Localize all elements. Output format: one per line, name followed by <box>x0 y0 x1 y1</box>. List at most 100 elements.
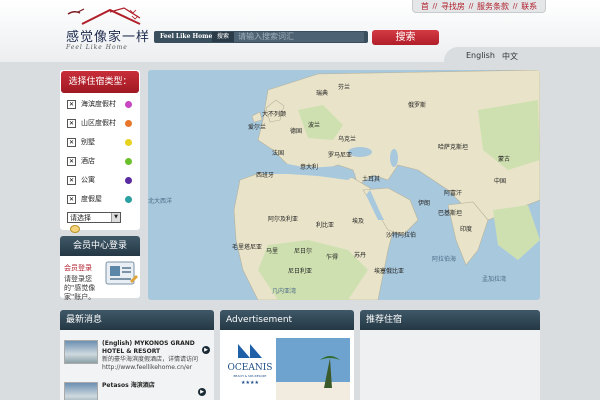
search-tab[interactable]: 搜索 <box>212 32 234 42</box>
map-label: 哈萨克斯坦 <box>438 144 469 151</box>
category-item[interactable]: ✕ 酒店 <box>67 154 137 168</box>
map-water-label: 孟加拉湾 <box>482 276 507 283</box>
news-item[interactable]: Petasos 海滨酒店 ▶ <box>64 382 210 400</box>
member-panel-title: 会员中心登录 <box>60 236 140 256</box>
nav-separator: // <box>432 2 438 10</box>
map-label: 尼日利亚 <box>288 268 313 275</box>
nav-contact[interactable]: 联系 <box>521 1 537 12</box>
checkbox[interactable]: ✕ <box>67 118 76 128</box>
nav-find[interactable]: 寻找房 <box>441 1 465 12</box>
map-land-svg <box>233 70 540 300</box>
checkbox[interactable]: ✕ <box>67 156 76 166</box>
map-label: 乌克兰 <box>338 136 357 143</box>
category-color-dot <box>125 176 132 184</box>
member-description: 请登录您的"感觉像家"账户。 <box>64 275 96 301</box>
category-panel <box>60 70 140 230</box>
map-label: 芬兰 <box>338 84 351 91</box>
category-item[interactable]: ✕ 公寓 <box>67 173 137 187</box>
checkbox[interactable]: ✕ <box>67 99 76 109</box>
news-thumbnail[interactable] <box>64 382 98 400</box>
search-brand: Feel Like Home <box>160 33 213 40</box>
news-description: 新的豪华海滨度假酒店，详情请访问 http://www.feellikehome… <box>102 356 199 371</box>
arrow-right-icon[interactable]: ▶ <box>198 388 206 396</box>
top-nav: 首 // 寻找房 // 服务条款 // 联系 <box>412 0 546 13</box>
map-label: 马里 <box>266 248 279 255</box>
news-list: (English) MYKONOS GRAND HOTEL & RESORT 新… <box>60 330 214 400</box>
advertisement-body: OCEANIS BEACH & SPA RESORT ★★★★ <box>220 330 354 400</box>
map-label: 大不列颠 <box>262 111 287 118</box>
map-label: 埃及 <box>352 218 365 225</box>
search-input[interactable]: 请输入搜索词汇 <box>234 32 364 42</box>
map-label: 德国 <box>290 128 303 135</box>
member-login-link[interactable]: 会员登录 <box>64 263 92 273</box>
recommended-panel: 推荐住宿 <box>360 310 540 400</box>
logo-text: 感觉像家一样 <box>66 30 151 45</box>
checkbox[interactable]: ✕ <box>67 175 76 185</box>
map-label: 沙特阿拉伯 <box>386 232 417 239</box>
map-label: 毛里塔尼亚 <box>232 244 263 251</box>
map-label: 苏丹 <box>354 252 367 259</box>
map-label: 土耳其 <box>362 176 381 183</box>
map-label: 罗马尼亚 <box>328 152 353 159</box>
news-title[interactable]: (English) MYKONOS GRAND HOTEL & RESORT <box>102 340 198 356</box>
category-color-dot <box>125 119 132 127</box>
arrow-right-icon[interactable]: ▶ <box>202 346 210 354</box>
map-label: 乍得 <box>326 254 339 261</box>
map-label: 西班牙 <box>256 172 275 179</box>
map-water-label: 几内亚湾 <box>272 288 297 295</box>
select-value: 请选择 <box>70 214 91 222</box>
language-english[interactable]: English <box>466 51 495 60</box>
rating-stars: ★★★★ <box>241 380 259 386</box>
category-label: 海滨度假村 <box>81 100 116 108</box>
nav-terms[interactable]: 服务条款 <box>477 1 509 12</box>
category-color-dot <box>125 100 132 108</box>
map-label: 中国 <box>494 178 507 185</box>
login-form-icon <box>105 261 138 285</box>
advertisement-image[interactable]: OCEANIS BEACH & SPA RESORT ★★★★ <box>224 338 350 400</box>
category-item[interactable]: ✕ 度假屋 <box>67 192 137 206</box>
map-label: 爱尔兰 <box>248 124 267 131</box>
map-water-label: 北大西洋 <box>148 198 173 205</box>
map-label: 巴基斯坦 <box>438 210 463 217</box>
news-item[interactable]: (English) MYKONOS GRAND HOTEL & RESORT 新… <box>64 340 210 371</box>
advertisement-panel: Advertisement OCEANIS BEACH & SPA RESORT… <box>220 310 354 400</box>
category-item[interactable]: ✕ 山区度假村 <box>67 116 137 130</box>
category-label: 山区度假村 <box>81 119 116 127</box>
news-title[interactable]: Petasos 海滨酒店 <box>102 382 198 390</box>
nav-separator: // <box>512 2 518 10</box>
nav-home[interactable]: 首 <box>421 1 429 12</box>
category-label: 度假屋 <box>81 195 102 203</box>
category-item[interactable]: ✕ 海滨度假村 <box>67 97 137 111</box>
recommended-body <box>360 330 540 400</box>
nav-separator: // <box>468 2 474 10</box>
category-color-dot <box>125 138 132 146</box>
map-water-label: 阿拉伯海 <box>432 256 457 263</box>
category-panel-title: 选择住宿类型： <box>61 71 139 93</box>
search-bar: Feel Like Home 搜索 请输入搜索词汇 <box>154 31 368 43</box>
map-label: 尼日尔 <box>294 248 313 255</box>
category-color-dot <box>125 195 132 203</box>
map-label: 阿尔及利亚 <box>268 216 299 223</box>
news-thumbnail[interactable] <box>64 340 98 364</box>
checkbox[interactable]: ✕ <box>67 137 76 147</box>
map-label: 阿富汗 <box>444 190 463 197</box>
map-label: 蒙古 <box>498 156 511 163</box>
ad-brand-text: OCEANIS <box>228 363 273 373</box>
location-select[interactable]: 请选择 ▼ <box>67 212 121 223</box>
chevron-down-icon[interactable]: ▼ <box>111 213 120 222</box>
language-chinese[interactable]: 中文 <box>502 51 518 62</box>
recommended-title: 推荐住宿 <box>360 310 540 330</box>
checkbox[interactable]: ✕ <box>67 194 76 204</box>
map-label: 伊朗 <box>418 200 431 207</box>
map-label: 波兰 <box>308 122 321 129</box>
pager-dot-icon[interactable] <box>70 225 80 233</box>
map-label: 意大利 <box>300 164 319 171</box>
category-item[interactable]: ✕ 别墅 <box>67 135 137 149</box>
category-label: 酒店 <box>81 157 95 165</box>
ad-brand-subtext: BEACH & SPA RESORT <box>233 374 266 378</box>
search-button[interactable]: 搜索 <box>372 30 439 45</box>
category-color-dot <box>125 157 132 165</box>
world-map[interactable]: 大不列颠 爱尔兰 瑞典 芬兰 俄罗斯 德国 波兰 乌克兰 法国 罗马尼亚 西班牙… <box>148 70 540 300</box>
map-label: 法国 <box>272 150 285 157</box>
category-label: 公寓 <box>81 176 95 184</box>
